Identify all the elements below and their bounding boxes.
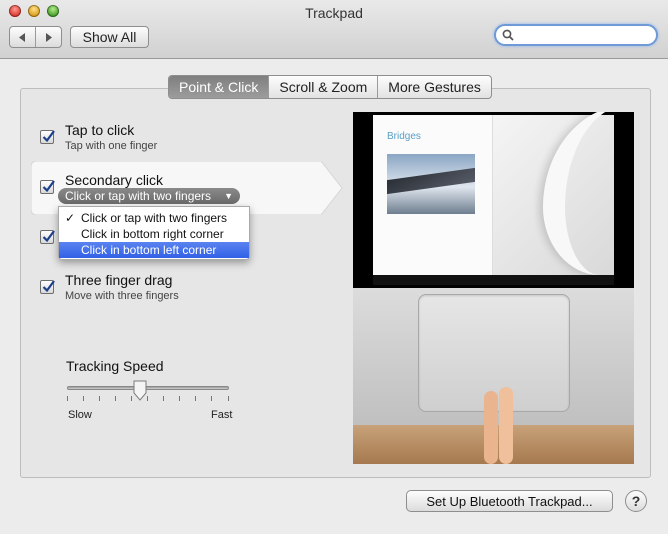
preview-book: Bridges [373, 112, 614, 275]
tick-mark [163, 396, 164, 401]
tab-scroll-zoom[interactable]: Scroll & Zoom [268, 76, 377, 98]
forward-icon [46, 32, 52, 42]
hidden-option-checkbox[interactable] [40, 230, 55, 244]
tap-to-click-label: Tap to click [65, 122, 135, 138]
setup-bluetooth-trackpad-button[interactable]: Set Up Bluetooth Trackpad... [406, 490, 613, 512]
tracking-speed-ticks [67, 396, 229, 401]
back-forward-control [9, 26, 62, 48]
back-button[interactable] [10, 27, 35, 47]
secondary-click-checkbox[interactable] [40, 180, 55, 194]
tick-mark [115, 396, 116, 401]
book-left-page: Bridges [373, 115, 493, 275]
tick-mark [211, 396, 212, 401]
checkmark-icon [42, 230, 55, 243]
menu-item-label: Click in bottom left corner [81, 243, 217, 257]
slider-min-label: Slow [68, 409, 92, 421]
secondary-click-menu: ✓ Click or tap with two fingers Click in… [58, 206, 250, 260]
book-title: Bridges [387, 131, 421, 142]
back-icon [19, 32, 25, 42]
three-finger-drag-description: Move with three fingers [65, 290, 179, 302]
forward-button[interactable] [35, 27, 61, 47]
checkmark-icon [42, 130, 55, 143]
search-field[interactable] [494, 24, 658, 46]
three-finger-drag-checkbox[interactable] [40, 280, 55, 294]
tab-more-gestures[interactable]: More Gestures [377, 76, 491, 98]
menu-item-label: Click in bottom right corner [81, 227, 224, 241]
popup-arrow-icon: ▼ [224, 191, 233, 201]
tap-to-click-description: Tap with one finger [65, 140, 158, 152]
tracking-speed-track[interactable] [67, 386, 229, 390]
tab-bar: Point & Click Scroll & Zoom More Gesture… [168, 75, 492, 99]
tick-mark [195, 396, 196, 401]
window-title: Trackpad [305, 5, 363, 21]
show-all-button[interactable]: Show All [70, 26, 149, 48]
menu-checkmark-icon: ✓ [65, 211, 76, 225]
checkmark-icon [42, 280, 55, 293]
slider-max-label: Fast [211, 409, 233, 421]
book-status-bar [373, 275, 614, 285]
title-bar: Trackpad Show All [0, 0, 668, 59]
bridge-photo [387, 154, 475, 214]
secondary-click-selected: Click or tap with two fingers [65, 189, 212, 203]
three-finger-drag-label: Three finger drag [65, 272, 173, 288]
tick-mark [99, 396, 100, 401]
menu-item-label: Click or tap with two fingers [81, 211, 228, 225]
tick-mark [67, 396, 68, 401]
tick-mark [179, 396, 180, 401]
tab-point-click[interactable]: Point & Click [169, 76, 269, 98]
search-icon [502, 29, 514, 41]
tick-mark [83, 396, 84, 401]
tap-to-click-checkbox[interactable] [40, 130, 55, 144]
tracking-speed-thumb[interactable] [132, 380, 148, 402]
help-button[interactable]: ? [625, 490, 647, 512]
menu-item-bottom-left[interactable]: Click in bottom left corner [59, 242, 249, 258]
tick-mark [228, 396, 229, 401]
tracking-speed-label: Tracking Speed [66, 358, 164, 374]
checkmark-icon [42, 180, 55, 193]
menu-item-bottom-right[interactable]: Click in bottom right corner [59, 226, 249, 242]
secondary-click-popup[interactable]: Click or tap with two fingers ▼ [58, 188, 240, 204]
secondary-click-label: Secondary click [65, 172, 164, 188]
two-fingers-image [484, 387, 513, 464]
search-input[interactable] [518, 27, 652, 45]
gesture-preview-video: Bridges [353, 112, 634, 464]
menu-item-two-fingers[interactable]: ✓ Click or tap with two fingers [59, 210, 249, 226]
